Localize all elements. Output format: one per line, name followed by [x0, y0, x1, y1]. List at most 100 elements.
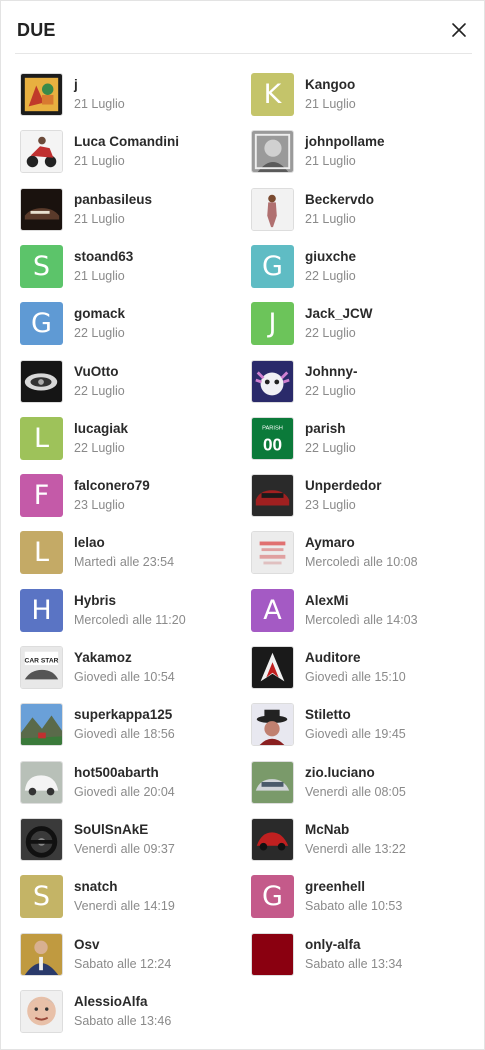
- user-name-link[interactable]: j: [74, 77, 78, 92]
- user-name-link[interactable]: Aymaro: [305, 535, 355, 550]
- user-name-link[interactable]: Auditore: [305, 650, 361, 665]
- user-name-link[interactable]: zio.luciano: [305, 765, 375, 780]
- user-name-link[interactable]: snatch: [74, 879, 118, 894]
- user-name-link[interactable]: hot500abarth: [74, 765, 159, 780]
- user-avatar[interactable]: L: [20, 417, 63, 460]
- user-list-item[interactable]: Aymaro Mercoledì alle 10:08: [251, 531, 471, 581]
- user-list-item[interactable]: johnpollame 21 Luglio: [251, 130, 471, 180]
- user-name-link[interactable]: Yakamoz: [74, 650, 132, 665]
- user-avatar[interactable]: [20, 703, 63, 746]
- user-avatar[interactable]: K: [251, 73, 294, 116]
- user-list-item[interactable]: Llucagiak 22 Luglio: [20, 417, 240, 467]
- user-name-link[interactable]: gomack: [74, 306, 125, 321]
- user-avatar[interactable]: [20, 933, 63, 976]
- user-list-item[interactable]: Osv Sabato alle 12:24: [20, 933, 240, 983]
- user-list-item[interactable]: AlessioAlfa Sabato alle 13:46: [20, 990, 240, 1040]
- user-list-item[interactable]: McNab Venerdì alle 13:22: [251, 818, 471, 868]
- user-list-item[interactable]: K Kangoo 21 Luglio: [251, 73, 471, 123]
- user-name-link[interactable]: SoUlSnAkE: [74, 822, 148, 837]
- user-avatar[interactable]: [251, 531, 294, 574]
- user-name-link[interactable]: greenhell: [305, 879, 365, 894]
- user-avatar[interactable]: G: [251, 245, 294, 288]
- user-name-link[interactable]: lucagiak: [74, 421, 128, 436]
- close-icon[interactable]: [448, 19, 470, 41]
- user-name-link[interactable]: Luca Comandini: [74, 134, 179, 149]
- user-list-item[interactable]: zio.luciano Venerdì alle 08:05: [251, 761, 471, 811]
- user-name-link[interactable]: johnpollame: [305, 134, 385, 149]
- user-avatar[interactable]: [251, 360, 294, 403]
- user-list-item[interactable]: only-alfa Sabato alle 13:34: [251, 933, 471, 983]
- user-name-link[interactable]: AlexMi: [305, 593, 349, 608]
- user-avatar[interactable]: S: [20, 875, 63, 918]
- user-avatar[interactable]: [251, 474, 294, 517]
- user-avatar[interactable]: F: [20, 474, 63, 517]
- user-avatar[interactable]: S: [20, 245, 63, 288]
- user-name-link[interactable]: McNab: [305, 822, 349, 837]
- user-avatar[interactable]: [20, 188, 63, 231]
- user-name-link[interactable]: falconero79: [74, 478, 150, 493]
- user-avatar[interactable]: [20, 130, 63, 173]
- user-avatar[interactable]: H: [20, 589, 63, 632]
- user-name-link[interactable]: Johnny-: [305, 364, 358, 379]
- user-list-item[interactable]: Ggreenhell Sabato alle 10:53: [251, 875, 471, 925]
- user-list-item[interactable]: PARISH 00 parish 22 Luglio: [251, 417, 471, 467]
- user-name-link[interactable]: Hybris: [74, 593, 116, 608]
- user-avatar[interactable]: [251, 761, 294, 804]
- user-avatar[interactable]: [251, 933, 294, 976]
- user-name-link[interactable]: only-alfa: [305, 937, 361, 952]
- user-avatar[interactable]: A: [251, 589, 294, 632]
- user-name-link[interactable]: panbasileus: [74, 192, 152, 207]
- user-avatar[interactable]: G: [251, 875, 294, 918]
- user-avatar[interactable]: [251, 188, 294, 231]
- user-list-item[interactable]: Luca Comandini 21 Luglio: [20, 130, 240, 180]
- user-name-link[interactable]: Beckervdo: [305, 192, 374, 207]
- user-list-item[interactable]: J Jack_JCW 22 Luglio: [251, 302, 471, 352]
- user-avatar[interactable]: [20, 761, 63, 804]
- user-list-item[interactable]: Auditore Giovedì alle 15:10: [251, 646, 471, 696]
- user-list-item[interactable]: SoUlSnAkE Venerdì alle 09:37: [20, 818, 240, 868]
- user-name-link[interactable]: Jack_JCW: [305, 306, 373, 321]
- user-name-link[interactable]: superkappa125: [74, 707, 172, 722]
- user-list-item[interactable]: Ssnatch Venerdì alle 14:19: [20, 875, 240, 925]
- user-name-link[interactable]: giuxche: [305, 249, 356, 264]
- user-avatar[interactable]: J: [251, 302, 294, 345]
- user-avatar[interactable]: [20, 990, 63, 1033]
- user-list-item[interactable]: hot500abarth Giovedì alle 20:04: [20, 761, 240, 811]
- user-list-item[interactable]: Beckervdo 21 Luglio: [251, 188, 471, 238]
- user-name-link[interactable]: Stiletto: [305, 707, 351, 722]
- user-name-link[interactable]: parish: [305, 421, 346, 436]
- user-avatar[interactable]: [20, 360, 63, 403]
- user-avatar[interactable]: [20, 818, 63, 861]
- user-list-item[interactable]: Ffalconero79 23 Luglio: [20, 474, 240, 524]
- user-avatar[interactable]: [20, 73, 63, 116]
- user-avatar[interactable]: G: [20, 302, 63, 345]
- user-list-item[interactable]: VuOtto 22 Luglio: [20, 360, 240, 410]
- user-list-item[interactable]: Sstoand63 21 Luglio: [20, 245, 240, 295]
- user-name-link[interactable]: lelao: [74, 535, 105, 550]
- user-name-link[interactable]: Kangoo: [305, 77, 355, 92]
- user-list-item[interactable]: A AlexMi Mercoledì alle 14:03: [251, 589, 471, 639]
- user-name-link[interactable]: VuOtto: [74, 364, 119, 379]
- user-list-item[interactable]: H Hybris Mercoledì alle 11:20: [20, 589, 240, 639]
- user-name-link[interactable]: Osv: [74, 937, 100, 952]
- user-avatar[interactable]: CAR STAR: [20, 646, 63, 689]
- user-list-item[interactable]: Johnny- 22 Luglio: [251, 360, 471, 410]
- user-list-item[interactable]: Ggiuxche 22 Luglio: [251, 245, 471, 295]
- user-avatar[interactable]: [251, 130, 294, 173]
- user-avatar[interactable]: L: [20, 531, 63, 574]
- user-avatar[interactable]: PARISH 00: [251, 417, 294, 460]
- user-list-item[interactable]: CAR STAR Yakamoz Giovedì alle 10:54: [20, 646, 240, 696]
- user-list-item[interactable]: j 21 Luglio: [20, 73, 240, 123]
- user-avatar[interactable]: [251, 646, 294, 689]
- user-name-link[interactable]: AlessioAlfa: [74, 994, 148, 1009]
- user-name-link[interactable]: stoand63: [74, 249, 133, 264]
- user-avatar[interactable]: [251, 703, 294, 746]
- user-name-link[interactable]: Unperdedor: [305, 478, 382, 493]
- user-list-item[interactable]: Ggomack 22 Luglio: [20, 302, 240, 352]
- user-list-item[interactable]: Stiletto Giovedì alle 19:45: [251, 703, 471, 753]
- user-list-item[interactable]: panbasileus 21 Luglio: [20, 188, 240, 238]
- user-list-item[interactable]: superkappa125 Giovedì alle 18:56: [20, 703, 240, 753]
- user-list-item[interactable]: Llelao Martedì alle 23:54: [20, 531, 240, 581]
- user-list-item[interactable]: Unperdedor 23 Luglio: [251, 474, 471, 524]
- user-avatar[interactable]: [251, 818, 294, 861]
